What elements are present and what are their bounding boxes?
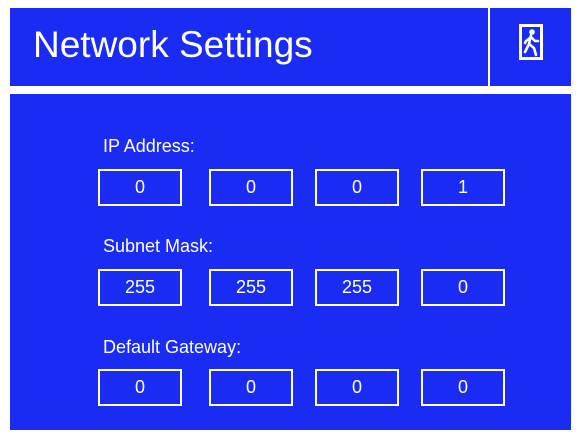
ip-address-octet-3[interactable]: 0 [315, 169, 399, 206]
exit-button[interactable] [490, 8, 571, 86]
subnet-mask-label: Subnet Mask: [103, 236, 214, 256]
default-gateway-octet-3[interactable]: 0 [315, 369, 399, 406]
running-man-exit-icon [519, 24, 543, 60]
subnet-mask-octet-2[interactable]: 255 [209, 269, 293, 306]
default-gateway-octet-1[interactable]: 0 [98, 369, 182, 406]
default-gateway-label: Default Gateway: [103, 337, 242, 357]
page-title: Network Settings [33, 24, 313, 65]
ip-address-octet-1[interactable]: 0 [98, 169, 182, 206]
default-gateway-octet-4[interactable]: 0 [421, 369, 505, 406]
ip-address-octet-2[interactable]: 0 [209, 169, 293, 206]
ip-address-label: IP Address: [103, 136, 195, 156]
subnet-mask-octet-4[interactable]: 0 [421, 269, 505, 306]
subnet-mask-octet-3[interactable]: 255 [315, 269, 399, 306]
header-bar: Network Settings [10, 8, 571, 86]
subnet-mask-octet-1[interactable]: 255 [98, 269, 182, 306]
default-gateway-octet-2[interactable]: 0 [209, 369, 293, 406]
ip-address-octet-4[interactable]: 1 [421, 169, 505, 206]
settings-panel: IP Address: 0 0 0 1 Subnet Mask: 255 255… [10, 94, 571, 430]
